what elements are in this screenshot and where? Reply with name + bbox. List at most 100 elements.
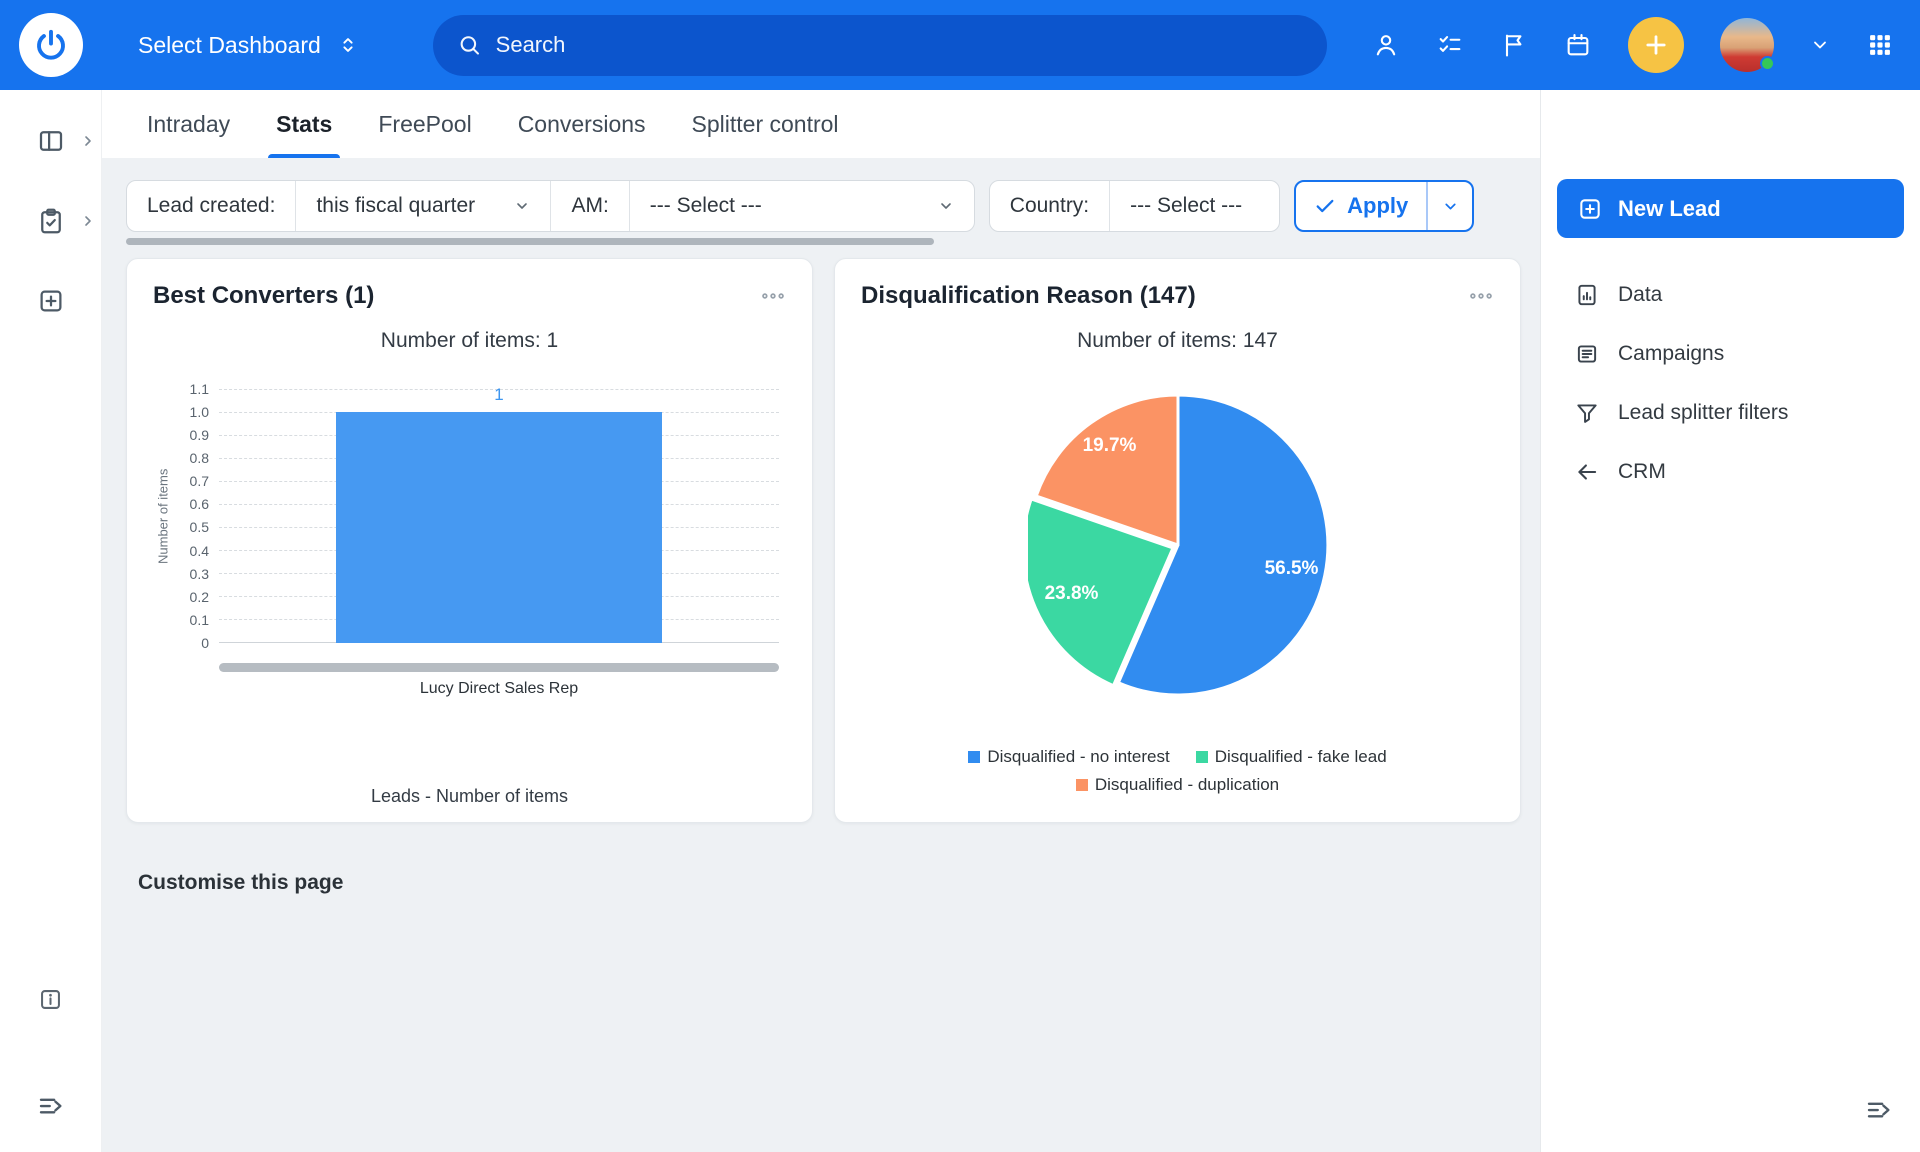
pie-pct-fake-lead: 23.8% — [1045, 583, 1099, 605]
legend-item-fake-lead[interactable]: Disqualified - fake lead — [1196, 747, 1387, 767]
caret-down-icon — [938, 198, 954, 214]
country-select[interactable]: --- Select --- — [1109, 181, 1279, 231]
info-icon — [37, 986, 64, 1013]
sidebar-expand-button[interactable] — [20, 1078, 82, 1134]
legend-item-no-interest[interactable]: Disqualified - no interest — [968, 747, 1169, 767]
app-logo[interactable] — [0, 13, 102, 77]
tasks-icon[interactable] — [1436, 31, 1464, 59]
bar-lucy-direct-sales-rep[interactable]: 1 — [336, 412, 662, 643]
chevron-down-icon[interactable] — [1810, 35, 1830, 55]
lead-created-select[interactable]: this fiscal quarter — [295, 181, 550, 231]
pie-legend: Disqualified - no interest Disqualified … — [898, 747, 1458, 795]
calendar-icon[interactable] — [1564, 31, 1592, 59]
chevron-right-icon — [80, 133, 96, 149]
tab-stats[interactable]: Stats — [270, 90, 338, 158]
panel-item-label: Campaigns — [1618, 342, 1724, 366]
panel-item-campaigns[interactable]: Campaigns — [1541, 329, 1920, 379]
dashboard-selector[interactable]: Select Dashboard — [138, 32, 359, 59]
card-title: Disqualification Reason (147) — [861, 282, 1196, 310]
unfold-icon — [337, 34, 359, 56]
panel-item-crm[interactable]: CRM — [1541, 447, 1920, 497]
chart-caption: Leads - Number of items — [153, 786, 786, 807]
sidebar-item-dashboards[interactable] — [20, 113, 82, 169]
panel-item-label: Data — [1618, 283, 1662, 307]
expand-icon — [1864, 1095, 1894, 1125]
chart-x-scrollbar[interactable] — [219, 663, 779, 672]
legend-item-duplication[interactable]: Disqualified - duplication — [1076, 775, 1279, 795]
customise-page-link[interactable]: Customise this page — [138, 871, 343, 895]
legend-swatch — [1196, 751, 1208, 763]
y-axis-label: Number of items — [153, 389, 173, 643]
check-icon — [1314, 195, 1336, 217]
filters-scrollbar[interactable] — [126, 238, 934, 245]
caret-down-icon — [1442, 198, 1459, 215]
apply-dropdown-toggle[interactable] — [1426, 182, 1472, 230]
dashboard-icon — [36, 126, 66, 156]
am-label: AM: — [550, 181, 628, 231]
tab-bar: Intraday Stats FreePool Conversions Spli… — [102, 90, 1540, 158]
filter-bar: Lead created: this fiscal quarter AM: --… — [126, 180, 1522, 232]
y-axis-ticks: 1.1 1.0 0.9 0.8 0.7 0.6 0.5 0.4 0.3 0.2 … — [173, 381, 219, 651]
chart-subtitle: Number of items: 1 — [153, 329, 786, 355]
add-square-icon — [1577, 196, 1603, 222]
flag-icon[interactable] — [1500, 31, 1528, 59]
apps-grid-icon[interactable] — [1866, 31, 1894, 59]
apply-label: Apply — [1347, 193, 1408, 219]
tab-conversions[interactable]: Conversions — [512, 90, 652, 158]
kebab-menu-icon[interactable] — [760, 283, 786, 309]
online-status-dot — [1760, 56, 1775, 71]
power-icon — [33, 27, 69, 63]
am-select[interactable]: --- Select --- — [629, 181, 974, 231]
am-value: --- Select --- — [650, 194, 762, 218]
dashboard-selector-label: Select Dashboard — [138, 32, 321, 59]
search-icon — [457, 32, 482, 58]
filter-group-main: Lead created: this fiscal quarter AM: --… — [126, 180, 975, 232]
legend-label: Disqualified - fake lead — [1215, 747, 1387, 767]
bar-chart: Number of items 1.1 1.0 0.9 0.8 0.7 0.6 … — [153, 389, 786, 651]
panel-collapse-button[interactable] — [1864, 1095, 1894, 1130]
new-lead-button[interactable]: New Lead — [1557, 179, 1904, 238]
country-value: --- Select --- — [1130, 194, 1242, 218]
legend-label: Disqualified - no interest — [987, 747, 1169, 767]
legend-label: Disqualified - duplication — [1095, 775, 1279, 795]
lead-created-value: this fiscal quarter — [316, 194, 475, 218]
data-icon — [1574, 282, 1600, 308]
app-logo-icon — [19, 13, 83, 77]
clipboard-icon — [36, 206, 66, 236]
add-button[interactable] — [1628, 17, 1684, 73]
apply-button[interactable]: Apply — [1294, 180, 1474, 232]
kebab-menu-icon[interactable] — [1468, 283, 1494, 309]
tab-freepool[interactable]: FreePool — [372, 90, 477, 158]
panel-item-label: CRM — [1618, 460, 1666, 484]
tab-intraday[interactable]: Intraday — [141, 90, 236, 158]
filter-icon — [1574, 400, 1600, 426]
top-bar: Select Dashboard — [0, 0, 1920, 90]
tab-splitter-control[interactable]: Splitter control — [686, 90, 845, 158]
expand-icon — [36, 1091, 66, 1121]
card-title: Best Converters (1) — [153, 282, 374, 310]
right-panel: New Lead Data Campaigns Lead splitter fi… — [1540, 90, 1920, 1152]
sidebar-item-add[interactable] — [20, 273, 82, 329]
filter-group-country: Country: --- Select --- — [989, 180, 1280, 232]
right-panel-menu: Data Campaigns Lead splitter filters CRM — [1541, 270, 1920, 497]
legend-swatch — [968, 751, 980, 763]
search-bar[interactable] — [433, 15, 1327, 76]
x-axis-category: Lucy Direct Sales Rep — [219, 680, 779, 698]
new-lead-label: New Lead — [1618, 196, 1721, 222]
plus-icon — [1642, 31, 1670, 59]
pie-pct-no-interest: 56.5% — [1265, 558, 1319, 580]
caret-down-icon — [514, 198, 530, 214]
user-avatar[interactable] — [1720, 18, 1774, 72]
search-input[interactable] — [496, 32, 1303, 58]
panel-item-data[interactable]: Data — [1541, 270, 1920, 320]
panel-item-lead-splitter-filters[interactable]: Lead splitter filters — [1541, 388, 1920, 438]
sidebar-item-info[interactable] — [20, 971, 82, 1027]
sidebar-item-tasks[interactable] — [20, 193, 82, 249]
chart-subtitle: Number of items: 147 — [861, 329, 1494, 355]
user-icon[interactable] — [1372, 31, 1400, 59]
bar-value-label: 1 — [494, 385, 503, 405]
panel-item-label: Lead splitter filters — [1618, 401, 1788, 425]
back-arrow-icon — [1574, 459, 1600, 485]
campaigns-icon — [1574, 341, 1600, 367]
lead-created-label: Lead created: — [127, 181, 295, 231]
